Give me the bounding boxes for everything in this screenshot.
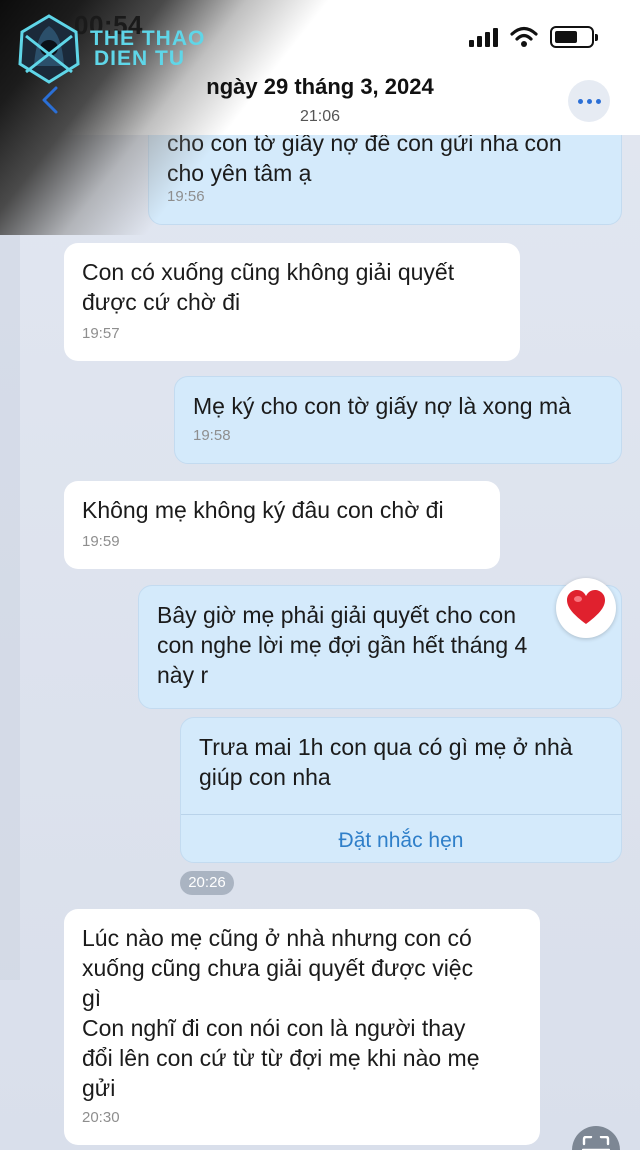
message-incoming[interactable]: Không mẹ không ký đâu con chờ đi 19:59: [64, 481, 500, 569]
chat-date-subtitle: 21:06: [299, 108, 341, 125]
message-time: 20:30: [82, 1109, 120, 1126]
message-text: Bây giờ mẹ phải giải quyết cho con con n…: [157, 602, 528, 688]
left-edge-shade: [0, 230, 20, 980]
watermark-logo: THE THAO DIEN TU: [14, 14, 205, 84]
message-text: cho con tờ giấy nợ để con gửi nha con ch…: [167, 130, 562, 186]
message-text: Trưa mai 1h con qua có gì mẹ ở nhà giúp …: [199, 734, 573, 790]
message-text: Con có xuống cũng không giải quyết được …: [82, 259, 455, 315]
signal-icon: [469, 27, 498, 47]
message-incoming[interactable]: Con có xuống cũng không giải quyết được …: [64, 243, 520, 361]
message-incoming[interactable]: Lúc nào mẹ cũng ở nhà nhưng con có xuống…: [64, 909, 540, 1145]
message-outgoing[interactable]: Mẹ ký cho con tờ giấy nợ là xong mà 19:5…: [174, 376, 622, 464]
status-icons: [469, 26, 598, 48]
message-time: 19:57: [82, 325, 120, 342]
message-text: Lúc nào mẹ cũng ở nhà nhưng con có xuống…: [82, 925, 480, 1101]
message-time-pill: 20:26: [180, 871, 234, 895]
message-outgoing[interactable]: Bây giờ mẹ phải giải quyết cho con con n…: [138, 585, 622, 709]
heart-icon: [567, 590, 605, 624]
message-outgoing-with-reminder[interactable]: Trưa mai 1h con qua có gì mẹ ở nhà giúp …: [180, 717, 622, 863]
message-time: 19:59: [82, 533, 120, 550]
divider: [181, 814, 621, 815]
message-text: Mẹ ký cho con tờ giấy nợ là xong mà: [193, 393, 571, 419]
more-icon-dot: [577, 98, 583, 104]
more-button[interactable]: [568, 80, 610, 122]
more-icon-dot: [595, 98, 601, 104]
set-reminder-button[interactable]: Đặt nhắc hẹn: [181, 826, 621, 856]
watermark-text: THE THAO DIEN TU: [90, 27, 206, 70]
battery-icon: [550, 26, 598, 48]
wifi-icon: [510, 26, 538, 47]
message-time: 19:58: [193, 427, 231, 444]
hooded-figure-logo-icon: [18, 14, 80, 84]
message-text: Không mẹ không ký đâu con chờ đi: [82, 497, 444, 523]
heart-reaction[interactable]: [556, 578, 616, 638]
more-icon-dot: [586, 98, 592, 104]
scan-icon: [582, 1136, 610, 1150]
message-time: 19:56: [167, 188, 205, 205]
